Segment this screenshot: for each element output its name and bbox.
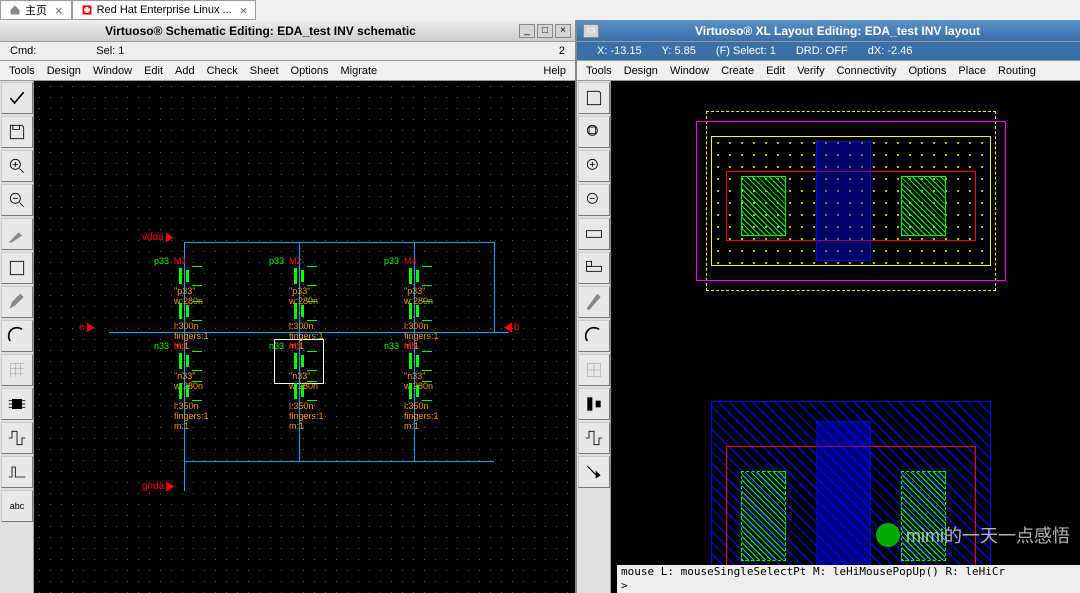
transistor[interactable]: p33M1"p33"w:280n bbox=[174, 256, 234, 306]
drd-status: DRD: OFF bbox=[786, 45, 858, 57]
arrow-icon[interactable] bbox=[578, 456, 610, 488]
titlebar[interactable]: ▭ Virtuoso® XL Layout Editing: EDA_test … bbox=[577, 20, 1080, 42]
menu-verify[interactable]: Verify bbox=[792, 63, 830, 79]
pencil-icon[interactable] bbox=[578, 286, 610, 318]
status-bar: Cmd: Sel: 1 2 bbox=[0, 42, 575, 61]
arc-icon[interactable] bbox=[1, 320, 33, 352]
grid-icon[interactable] bbox=[1, 354, 33, 386]
page-indicator: 2 bbox=[559, 45, 565, 57]
transistor[interactable]: l:350nfingers:1m:1 bbox=[289, 381, 349, 431]
menu-connectivity[interactable]: Connectivity bbox=[832, 63, 902, 79]
menubar: Tools Design Window Edit Add Check Sheet… bbox=[0, 61, 575, 81]
grid-icon[interactable] bbox=[578, 354, 610, 386]
menu-window[interactable]: Window bbox=[665, 63, 714, 79]
y-coord: Y: 5.85 bbox=[652, 45, 706, 57]
abc-icon[interactable]: abc bbox=[1, 490, 33, 522]
system-menu-button[interactable]: ▭ bbox=[583, 24, 599, 38]
menu-tools[interactable]: Tools bbox=[4, 63, 40, 79]
browser-tabs: 主页 × Red Hat Enterprise Linux ... × bbox=[0, 0, 1080, 20]
tab-label: Red Hat Enterprise Linux ... bbox=[97, 4, 232, 16]
menu-check[interactable]: Check bbox=[202, 63, 243, 79]
transistor[interactable]: l:350nfingers:1m:1 bbox=[174, 381, 234, 431]
schematic-toolbar: abc bbox=[0, 81, 34, 593]
window-title: Virtuoso® XL Layout Editing: EDA_test IN… bbox=[599, 24, 1076, 38]
schematic-window: Virtuoso® Schematic Editing: EDA_test IN… bbox=[0, 20, 575, 593]
probe-icon[interactable] bbox=[1, 218, 33, 250]
sel-status: (F) Select: 1 bbox=[706, 45, 786, 57]
x-coord: X: -13.15 bbox=[587, 45, 652, 57]
chip-icon[interactable] bbox=[1, 388, 33, 420]
tab-home[interactable]: 主页 × bbox=[0, 0, 72, 20]
mouse-status: mouse L: mouseSingleSelectPt M: leHiMous… bbox=[617, 565, 1080, 579]
zoom-out-icon[interactable] bbox=[1, 184, 33, 216]
pin-e[interactable]: e bbox=[79, 322, 95, 333]
schematic-canvas[interactable]: vdda e b gnda p33M1"p33"w:280nl:300nfing… bbox=[34, 81, 575, 593]
sel-status: Sel: 1 bbox=[96, 45, 124, 57]
aid-icon bbox=[81, 4, 93, 16]
ruler-icon[interactable] bbox=[578, 218, 610, 250]
home-icon bbox=[9, 4, 21, 16]
instance-icon[interactable] bbox=[1, 252, 33, 284]
align-icon[interactable] bbox=[578, 388, 610, 420]
layout-canvas[interactable] bbox=[611, 81, 1080, 593]
menu-options[interactable]: Options bbox=[904, 63, 952, 79]
tab-label: 主页 bbox=[25, 2, 47, 18]
close-button[interactable]: × bbox=[555, 24, 571, 38]
check-icon[interactable] bbox=[1, 82, 33, 114]
menu-window[interactable]: Window bbox=[88, 63, 137, 79]
status-bar: X: -13.15 Y: 5.85 (F) Select: 1 DRD: OFF… bbox=[577, 42, 1080, 61]
zoom-in-icon[interactable] bbox=[578, 150, 610, 182]
layout-toolbar bbox=[577, 81, 611, 593]
close-icon[interactable]: × bbox=[51, 3, 63, 18]
layer-icon[interactable] bbox=[578, 252, 610, 284]
save-icon[interactable] bbox=[1, 116, 33, 148]
watermark: mimi的一天一点感悟 bbox=[876, 522, 1070, 548]
menu-routing[interactable]: Routing bbox=[993, 63, 1041, 79]
maximize-button[interactable]: □ bbox=[537, 24, 553, 38]
window-title: Virtuoso® Schematic Editing: EDA_test IN… bbox=[4, 24, 517, 38]
menu-migrate[interactable]: Migrate bbox=[335, 63, 382, 79]
titlebar[interactable]: Virtuoso® Schematic Editing: EDA_test IN… bbox=[0, 20, 575, 42]
command-prompt[interactable]: > bbox=[617, 579, 1080, 593]
save-icon[interactable] bbox=[578, 82, 610, 114]
menu-add[interactable]: Add bbox=[170, 63, 200, 79]
fit-icon[interactable] bbox=[578, 116, 610, 148]
zoom-out-icon[interactable] bbox=[578, 184, 610, 216]
wave-icon[interactable] bbox=[578, 422, 610, 454]
pencil-icon[interactable] bbox=[1, 286, 33, 318]
menu-create[interactable]: Create bbox=[716, 63, 759, 79]
menu-edit[interactable]: Edit bbox=[139, 63, 168, 79]
transistor[interactable]: l:350nfingers:1m:1 bbox=[404, 381, 464, 431]
menu-place[interactable]: Place bbox=[953, 63, 991, 79]
menu-tools[interactable]: Tools bbox=[581, 63, 617, 79]
menu-edit[interactable]: Edit bbox=[761, 63, 790, 79]
zoom-in-icon[interactable] bbox=[1, 150, 33, 182]
pin-vdda[interactable]: vdda bbox=[142, 232, 174, 243]
layout-window: ▭ Virtuoso® XL Layout Editing: EDA_test … bbox=[575, 20, 1080, 593]
tab-redhat[interactable]: Red Hat Enterprise Linux ... × bbox=[72, 0, 257, 20]
menubar: Tools Design Window Create Edit Verify C… bbox=[577, 61, 1080, 81]
pin-gnda[interactable]: gnda bbox=[142, 481, 174, 492]
transistor[interactable]: p33M4"p33"w:280n bbox=[404, 256, 464, 306]
arc-icon[interactable] bbox=[578, 320, 610, 352]
menu-design[interactable]: Design bbox=[42, 63, 86, 79]
pin-b[interactable]: b bbox=[504, 322, 520, 333]
wave-icon[interactable] bbox=[1, 422, 33, 454]
dx-status: dX: -2.46 bbox=[858, 45, 923, 57]
menu-help[interactable]: Help bbox=[538, 63, 571, 79]
minimize-button[interactable]: _ bbox=[519, 24, 535, 38]
close-icon[interactable]: × bbox=[236, 3, 248, 18]
transistor[interactable]: p33M2"p33"w:280n bbox=[289, 256, 349, 306]
menu-sheet[interactable]: Sheet bbox=[245, 63, 284, 79]
menu-design[interactable]: Design bbox=[619, 63, 663, 79]
pulse-icon[interactable] bbox=[1, 456, 33, 488]
cmd-status: Cmd: bbox=[10, 45, 36, 57]
wechat-icon bbox=[876, 523, 900, 547]
menu-options[interactable]: Options bbox=[286, 63, 334, 79]
